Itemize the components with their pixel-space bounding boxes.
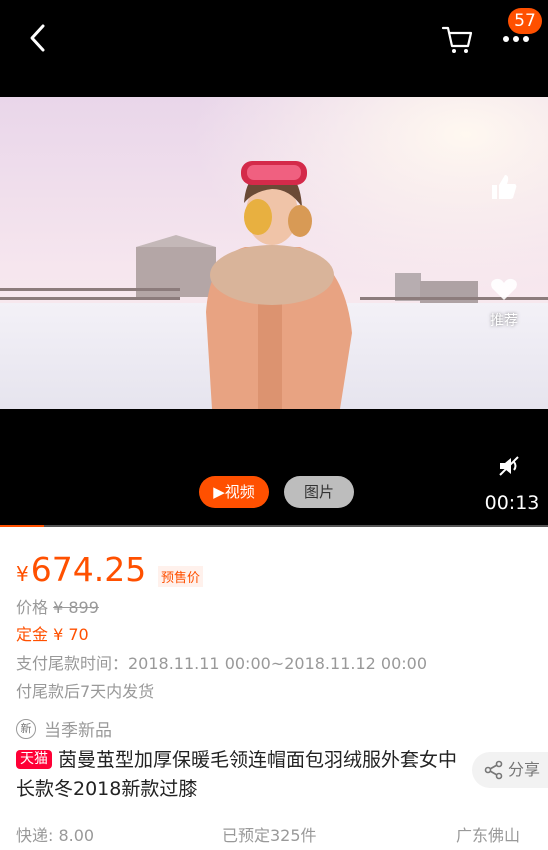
- shopping-cart-icon: [441, 26, 473, 53]
- video-frame[interactable]: [0, 97, 548, 409]
- tab-image[interactable]: 图片: [284, 476, 354, 508]
- video-still: [0, 97, 548, 409]
- chevron-left-icon: [30, 24, 45, 52]
- cart-count-badge: 57: [508, 8, 542, 34]
- price: ¥ 674.25: [16, 550, 146, 589]
- share-icon: [484, 760, 503, 780]
- recommend-icon: [491, 278, 517, 300]
- cart-button[interactable]: [440, 22, 474, 56]
- recommend-label: 推荐: [490, 313, 518, 329]
- presale-tag: 预售价: [158, 566, 204, 587]
- product-info: ¥ 674.25 预售价 价格 ¥ 899 定金 ¥ 70 支付尾款时间：201…: [0, 528, 548, 850]
- back-button[interactable]: [22, 22, 54, 54]
- top-bar: 57: [0, 0, 548, 90]
- original-price-label: 价格: [16, 598, 49, 617]
- share-button[interactable]: 分享: [472, 752, 548, 788]
- tmall-tag: 天猫: [16, 750, 52, 769]
- recommend-action[interactable]: 推荐: [482, 276, 526, 330]
- video-progress-fill: [0, 525, 44, 527]
- price-value: 674.25: [30, 550, 147, 589]
- like-action[interactable]: [482, 172, 526, 206]
- tab-video[interactable]: ▶视频: [199, 476, 269, 508]
- deposit: 定金 ¥ 70: [16, 625, 89, 644]
- thumbs-up-icon: [492, 175, 517, 199]
- video-progress-track[interactable]: [0, 525, 548, 527]
- mute-icon: [499, 456, 519, 476]
- reserved-count: 已预定325件: [222, 826, 317, 845]
- video-timer: 00:13: [484, 492, 540, 514]
- season-new: 新 当季新品: [16, 716, 112, 741]
- product-title-text: 茵曼茧型加厚保暖毛领连帽面包羽绒服外套女中长款冬2018新款过膝: [16, 749, 458, 800]
- original-price: 价格 ¥ 899: [16, 594, 99, 618]
- price-currency: ¥: [16, 562, 29, 586]
- shipping-note: 付尾款后7天内发货: [16, 682, 155, 701]
- season-label: 当季新品: [44, 721, 112, 741]
- original-price-value: ¥ 899: [53, 598, 99, 617]
- ship-from-location: 广东佛山: [456, 826, 521, 845]
- new-badge-icon: 新: [16, 718, 36, 739]
- share-label: 分享: [507, 760, 540, 779]
- media-area: 57 推荐 00:13 ▶视频 图片: [0, 0, 548, 527]
- shipping-fee: 快递: 8.00: [16, 826, 95, 845]
- mute-button[interactable]: [498, 455, 522, 477]
- final-payment-time: 支付尾款时间：2018.11.11 00:00~2018.11.12 00:00: [16, 654, 428, 673]
- product-title: 天猫 茵曼茧型加厚保暖毛领连帽面包羽绒服外套女中长款冬2018新款过膝: [16, 746, 464, 804]
